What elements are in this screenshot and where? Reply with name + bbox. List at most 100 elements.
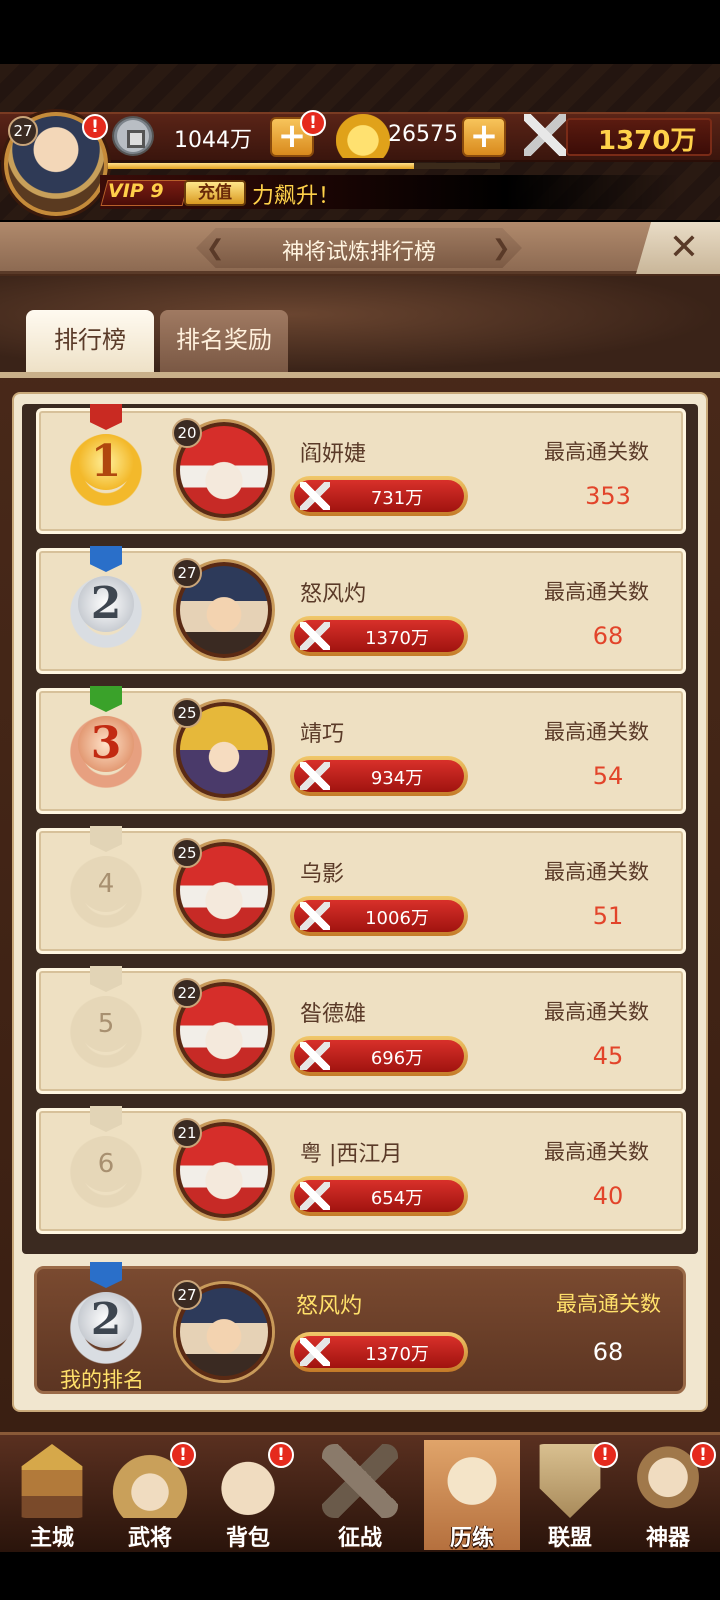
panel-title: 神将试炼排行榜 [281,240,436,265]
my-rank-label: 我的排名 [60,1368,144,1392]
add-silver-alert-icon: ! [300,110,326,136]
power-bar: 1006万 [290,896,468,936]
rank-number: 4 [78,856,134,912]
nav-label: 征战 [337,1526,382,1551]
max-stage-value: 51 [592,902,624,930]
power-value: 1006万 [365,908,429,929]
power-value: 696万 [370,1048,424,1069]
avatar-alert-icon: ! [82,114,108,140]
crossed-swords-icon [322,1444,398,1518]
my-rank-medal-icon: 2 [58,1262,154,1366]
max-stage-label: 最高通关数 [544,440,649,464]
nav-generals-alert-icon: ! [170,1442,196,1468]
power-value: 1370万 [365,628,429,649]
hero-level-badge: 22 [172,978,202,1008]
exp-bar-fill [108,163,414,169]
nav-training[interactable]: 历练 [424,1440,520,1551]
my-power-bar: 1370万 [290,1332,468,1372]
nav-label: 背包 [225,1526,270,1551]
my-max-stage-value: 68 [592,1338,624,1366]
rank-badge-icon: 4 [58,826,154,930]
sword-icon [300,762,330,790]
nav-label: 历练 [449,1526,494,1551]
nav-label: 主城 [29,1526,74,1551]
system-nav-area [0,1552,720,1600]
silver-coin-icon [112,116,154,156]
player-name: 阎妍婕 [300,442,367,467]
max-stage-value: 54 [592,762,624,790]
nav-artifact-alert-icon: ! [690,1442,716,1468]
power-bar: 696万 [290,1036,468,1076]
power-bar: 731万 [290,476,468,516]
max-stage-label: 最高通关数 [544,580,649,604]
max-stage-label: 最高通关数 [544,1000,649,1024]
power-value: 731万 [370,488,424,509]
rank-number: 2 [78,576,134,632]
hero-level-badge: 25 [172,838,202,868]
vip-level: VIP 9 [108,180,164,202]
castle-icon [21,1444,83,1518]
player-name: 怒风灼 [300,582,367,607]
max-stage-value: 40 [592,1182,624,1210]
nav-label: 神器 [645,1526,690,1551]
my-player-name: 怒风灼 [296,1294,363,1319]
player-name: 乌影 [300,862,345,887]
nav-label: 武将 [127,1526,172,1551]
player-level-badge: 27 [8,116,38,146]
nav-campaign[interactable]: 征战 [312,1440,408,1551]
tab-ranking[interactable]: 排行榜 [26,310,154,372]
recharge-button[interactable]: 充值 [184,180,246,206]
max-stage-label: 最高通关数 [544,1140,649,1164]
status-bar [0,0,720,64]
my-power-value: 1370万 [365,1344,429,1365]
power-bar: 654万 [290,1176,468,1216]
my-hero-level-badge: 27 [172,1280,202,1310]
hero-level-badge: 20 [172,418,202,448]
rank-number: 6 [78,1136,134,1192]
player-name: 靖巧 [300,722,345,747]
power-bar: 934万 [290,756,468,796]
my-max-stage-label: 最高通关数 [556,1292,661,1316]
sword-icon [300,1182,330,1210]
sword-icon [300,482,330,510]
power-value: 654万 [370,1188,424,1209]
sword-icon [300,1338,330,1366]
rank-number: 3 [78,716,134,772]
player-power: 1370万 [598,126,697,156]
nav-label: 联盟 [547,1526,592,1551]
bronze-medal-icon: 3 [58,686,154,790]
power-value: 934万 [370,768,424,789]
hero-level-badge: 27 [172,558,202,588]
gold-amount: 26575 [388,122,458,147]
rank-badge-icon: 5 [58,966,154,1070]
tab-divider [0,372,720,378]
nav-backpack-alert-icon: ! [268,1442,294,1468]
max-stage-label: 最高通关数 [544,860,649,884]
gold-ingot-icon [336,114,390,158]
max-stage-label: 最高通关数 [544,720,649,744]
rank-number: 5 [78,996,134,1052]
rank-number: 1 [78,434,134,490]
gold-medal-icon: 1 [58,404,154,508]
tab-rank-rewards[interactable]: 排名奖励 [160,310,288,372]
player-name: 昝德雄 [300,1002,367,1027]
sword-icon [300,902,330,930]
max-stage-value: 45 [592,1042,624,1070]
player-name: 粤 |西江月 [300,1142,403,1167]
silver-amount: 1044万 [174,128,252,153]
marquee-text: 力飙升！ [252,184,341,209]
add-gold-button[interactable]: + [462,117,506,157]
hero-level-badge: 25 [172,698,202,728]
sword-icon [300,622,330,650]
crossed-swords-icon [524,114,566,156]
hero-level-badge: 21 [172,1118,202,1148]
max-stage-value: 68 [592,622,624,650]
my-rank-number: 2 [78,1292,134,1348]
exp-bar [108,163,500,169]
nav-alliance-alert-icon: ! [592,1442,618,1468]
nav-main-city[interactable]: 主城 [4,1440,100,1551]
max-stage-value: 353 [585,482,631,510]
sword-icon [300,1042,330,1070]
power-bar: 1370万 [290,616,468,656]
rank-badge-icon: 6 [58,1106,154,1210]
